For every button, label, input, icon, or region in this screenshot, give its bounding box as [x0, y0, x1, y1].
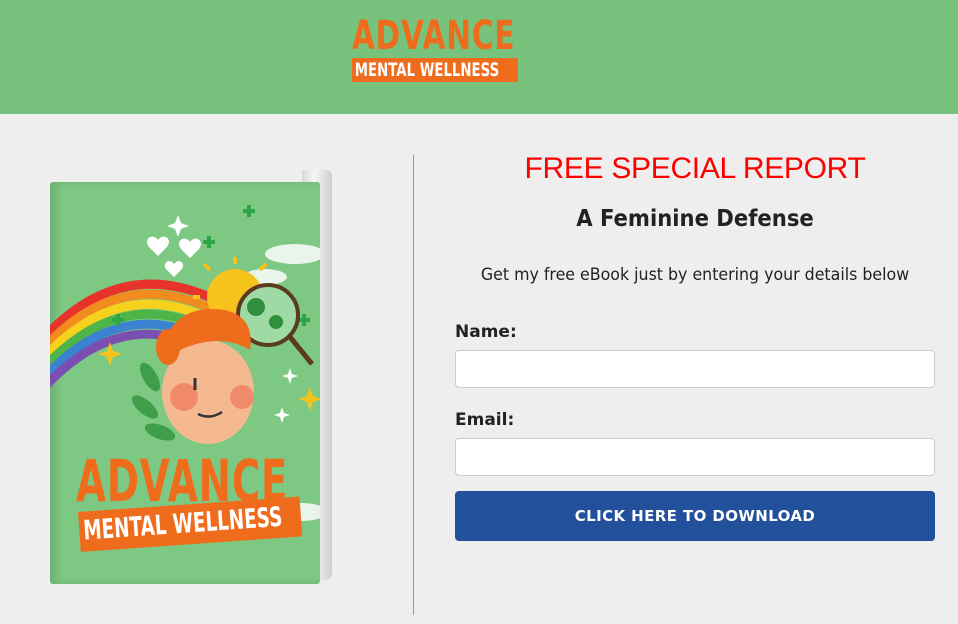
vertical-divider — [413, 155, 414, 615]
email-label: Email: — [455, 410, 515, 430]
form-description: Get my free eBook just by entering your … — [480, 265, 910, 285]
form-subheading: A Feminine Defense — [576, 206, 814, 232]
cover-title: ADVANCE MENTAL WELLNESS — [76, 447, 316, 552]
heart-icon — [147, 236, 169, 256]
cover-title-main: ADVANCE — [76, 447, 289, 515]
logo-subtitle-banner: MENTAL WELLNESS — [352, 58, 518, 82]
logo-title: ADVANCE — [352, 13, 516, 59]
form-headline: FREE SPECIAL REPORT — [524, 152, 866, 185]
book-cover: ADVANCE MENTAL WELLNESS — [50, 182, 320, 584]
cloud-shape — [265, 244, 320, 264]
ebook-cover-image: ADVANCE MENTAL WELLNESS — [30, 160, 350, 600]
email-input[interactable] — [455, 438, 935, 476]
download-button[interactable]: CLICK HERE TO DOWNLOAD — [455, 491, 935, 541]
name-input[interactable] — [455, 350, 935, 388]
name-label: Name: — [455, 322, 517, 342]
logo-subtitle: MENTAL WELLNESS — [354, 59, 500, 81]
header-banner: ADVANCE MENTAL WELLNESS — [0, 0, 958, 114]
site-logo[interactable]: ADVANCE MENTAL WELLNESS — [352, 16, 520, 84]
